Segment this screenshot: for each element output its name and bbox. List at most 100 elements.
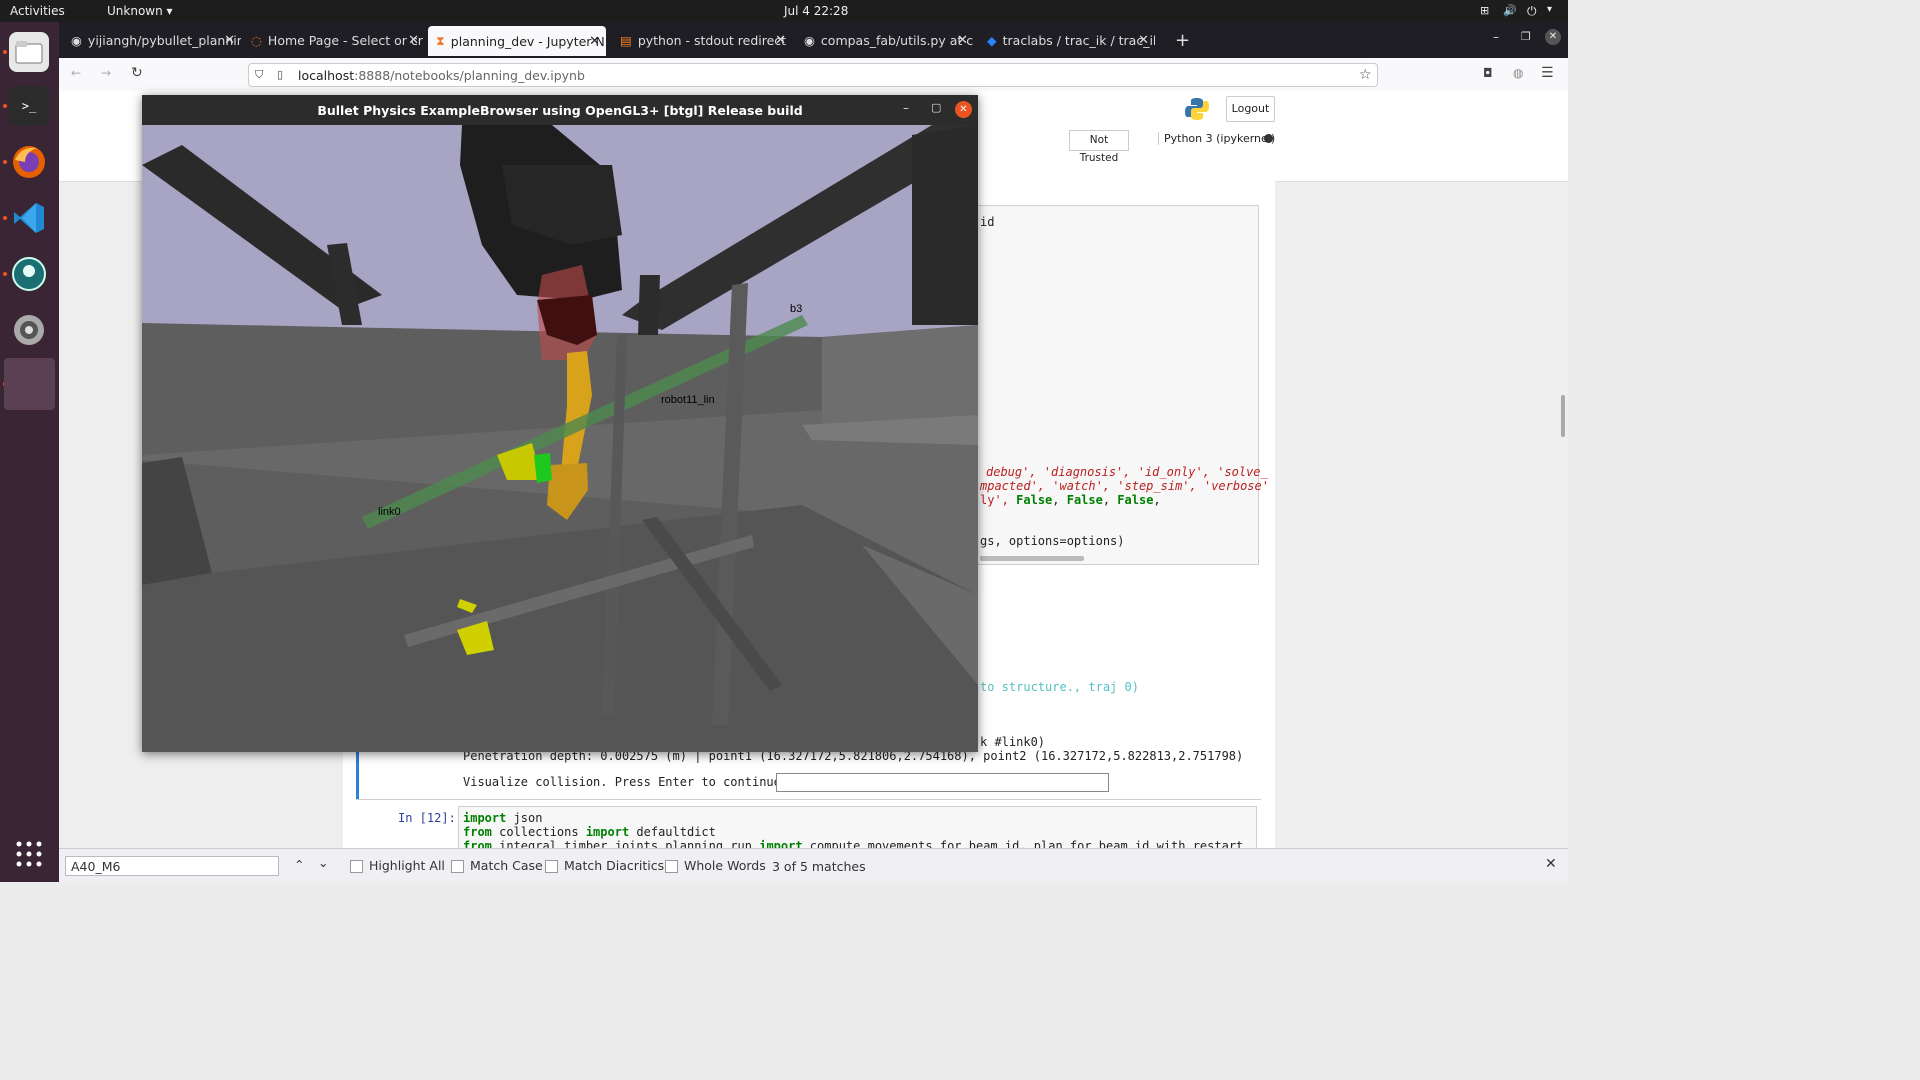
volume-icon[interactable]: 🔊 bbox=[1503, 4, 1517, 17]
output-fragment: to structure., traj 0) bbox=[980, 680, 1139, 694]
gantry-column-right bbox=[912, 125, 978, 325]
output-fragment: k #link0) bbox=[980, 735, 1046, 749]
kernel-status-indicator bbox=[1264, 134, 1273, 143]
code-fragment: debug', 'diagnosis', 'id_only', 'solve_ bbox=[986, 465, 1268, 479]
vscode-icon[interactable] bbox=[9, 198, 49, 238]
close-icon[interactable]: ✕ bbox=[408, 33, 419, 48]
tab-planning-dev[interactable]: ⧗ planning_dev - Jupyter N ✕ bbox=[428, 26, 606, 56]
system-menu-arrow-icon[interactable]: ▾ bbox=[1547, 4, 1552, 15]
minimize-icon[interactable]: – bbox=[1493, 30, 1499, 44]
minimize-icon[interactable]: – bbox=[903, 101, 909, 115]
window-titlebar[interactable]: Bullet Physics ExampleBrowser using Open… bbox=[142, 95, 978, 125]
cell-prompt: In [12]: bbox=[398, 811, 456, 825]
firefox-icon[interactable] bbox=[9, 142, 49, 182]
running-indicator bbox=[3, 216, 7, 220]
running-indicator bbox=[3, 104, 7, 108]
github-icon: ◉ bbox=[71, 33, 82, 48]
gripper-contact bbox=[534, 453, 552, 483]
page-scrollbar[interactable] bbox=[1561, 395, 1565, 437]
running-indicator bbox=[3, 50, 7, 54]
url-bar[interactable]: ⛉ ▯ localhost:8888/notebooks/planning_de… bbox=[248, 63, 1378, 87]
tab-home-page[interactable]: ◌ Home Page - Select or cr ✕ bbox=[243, 27, 425, 54]
find-next-icon[interactable]: ⌄ bbox=[318, 855, 328, 870]
code-fragment: id bbox=[980, 215, 995, 229]
dock: >_ bbox=[0, 22, 59, 882]
link0-label: link0 bbox=[378, 506, 401, 518]
close-icon[interactable]: ✕ bbox=[957, 33, 968, 48]
tab-pybullet-planning[interactable]: ◉ yijiangh/pybullet_plannin ✕ bbox=[63, 27, 241, 54]
find-input[interactable]: A40_M6 bbox=[65, 856, 279, 876]
settings-icon[interactable] bbox=[9, 310, 49, 350]
restore-icon[interactable]: ❐ bbox=[1521, 30, 1531, 43]
back-icon[interactable]: ← bbox=[71, 66, 81, 80]
chevron-down-icon: ▾ bbox=[166, 4, 173, 18]
match-case-checkbox[interactable]: Match Case bbox=[451, 858, 543, 873]
close-window-icon[interactable]: ✕ bbox=[1545, 29, 1561, 45]
code-line: import json bbox=[463, 811, 543, 825]
bullet-app-icon[interactable] bbox=[4, 358, 55, 410]
bookmark-star-icon[interactable]: ☆ bbox=[1359, 67, 1372, 83]
close-find-icon[interactable]: ✕ bbox=[1545, 856, 1557, 872]
new-tab-button[interactable]: + bbox=[1167, 27, 1191, 54]
close-icon[interactable]: ✕ bbox=[1138, 33, 1149, 48]
activities-button[interactable]: Activities bbox=[10, 4, 65, 18]
menu-icon[interactable]: ☰ bbox=[1541, 65, 1554, 81]
files-icon[interactable] bbox=[9, 32, 49, 72]
jupyter-icon: ◌ bbox=[251, 33, 262, 48]
close-icon[interactable]: ✕ bbox=[775, 33, 786, 48]
power-icon[interactable]: ⏻ bbox=[1527, 4, 1537, 19]
visualize-prompt: Visualize collision. Press Enter to cont… bbox=[463, 775, 789, 789]
code-cell-input[interactable] bbox=[976, 205, 1259, 565]
shield-icon[interactable]: ⛉ bbox=[255, 68, 263, 82]
network-icon[interactable]: ⊞ bbox=[1480, 4, 1489, 17]
tab-trac-ik[interactable]: ◆ traclabs / trac_ik / trac_ik ✕ bbox=[979, 27, 1155, 54]
gantry-post bbox=[638, 275, 660, 335]
tab-stdout-redirect[interactable]: ▤ python - stdout redirect ✕ bbox=[612, 27, 792, 54]
show-apps-icon[interactable] bbox=[9, 834, 49, 874]
url-text[interactable]: localhost:8888/notebooks/planning_dev.ip… bbox=[298, 68, 585, 83]
code-fragment: mpacted', 'watch', 'step_sim', 'verbose' bbox=[980, 479, 1269, 493]
python-logo-icon bbox=[1185, 97, 1209, 121]
match-diacritics-checkbox[interactable]: Match Diacritics bbox=[545, 858, 664, 873]
close-icon[interactable]: ✕ bbox=[589, 34, 600, 49]
robot-label: robot11_lin bbox=[661, 394, 715, 406]
gitkraken-icon[interactable] bbox=[9, 254, 49, 294]
tab-strip: ◉ yijiangh/pybullet_plannin ✕ ◌ Home Page -… bbox=[59, 22, 1568, 58]
code-fragment: ly', False, False, False, bbox=[980, 493, 1161, 507]
logout-button[interactable]: Logout bbox=[1226, 96, 1275, 122]
stackoverflow-icon: ▤ bbox=[620, 33, 632, 48]
page-info-icon[interactable]: ▯ bbox=[277, 68, 283, 81]
bullet-physics-window[interactable]: Bullet Physics ExampleBrowser using Open… bbox=[142, 95, 978, 752]
terminal-icon[interactable]: >_ bbox=[9, 86, 49, 126]
stdin-input[interactable] bbox=[776, 773, 1109, 792]
match-count: 3 of 5 matches bbox=[772, 859, 866, 874]
forward-icon[interactable]: → bbox=[101, 66, 111, 80]
trusted-badge[interactable]: Not Trusted bbox=[1069, 130, 1129, 164]
code-line: from collections import defaultdict bbox=[463, 825, 716, 839]
kernel-name: Python 3 (ipykernel) bbox=[1158, 132, 1275, 145]
extension-icon[interactable]: ◍ bbox=[1513, 66, 1523, 80]
find-bar: A40_M6 ⌃ ⌄ Highlight All Match Case Matc… bbox=[59, 848, 1568, 883]
hourglass-icon: ⧗ bbox=[436, 33, 445, 48]
app-menu[interactable]: Unknown ▾ bbox=[107, 4, 173, 18]
system-top-bar: Activities Unknown ▾ Jul 4 22:28 ⊞ 🔊 ⏻ ▾ bbox=[0, 0, 1568, 22]
close-window-icon[interactable]: ✕ bbox=[955, 101, 972, 118]
find-previous-icon[interactable]: ⌃ bbox=[294, 857, 304, 872]
b3-label: b3 bbox=[790, 303, 802, 315]
cell-divider bbox=[356, 799, 1261, 800]
running-indicator bbox=[3, 272, 7, 276]
github-icon: ◉ bbox=[804, 33, 815, 48]
code-fragment: gs, options=options) bbox=[980, 534, 1125, 548]
highlight-all-checkbox[interactable]: Highlight All bbox=[350, 858, 445, 873]
maximize-icon[interactable]: ▢ bbox=[931, 101, 941, 114]
3d-viewport[interactable]: b3 robot11_lin link0 bbox=[142, 125, 978, 752]
close-icon[interactable]: ✕ bbox=[224, 33, 235, 48]
reload-icon[interactable]: ↻ bbox=[131, 65, 143, 81]
horizontal-scrollbar[interactable] bbox=[980, 556, 1084, 561]
clock[interactable]: Jul 4 22:28 bbox=[784, 4, 848, 18]
running-indicator bbox=[3, 160, 7, 164]
whole-words-checkbox[interactable]: Whole Words bbox=[665, 858, 766, 873]
bitbucket-icon: ◆ bbox=[987, 33, 997, 48]
pocket-icon[interactable]: ◘ bbox=[1483, 66, 1493, 80]
tab-compas-fab[interactable]: ◉ compas_fab/utils.py at c ✕ bbox=[796, 27, 974, 54]
